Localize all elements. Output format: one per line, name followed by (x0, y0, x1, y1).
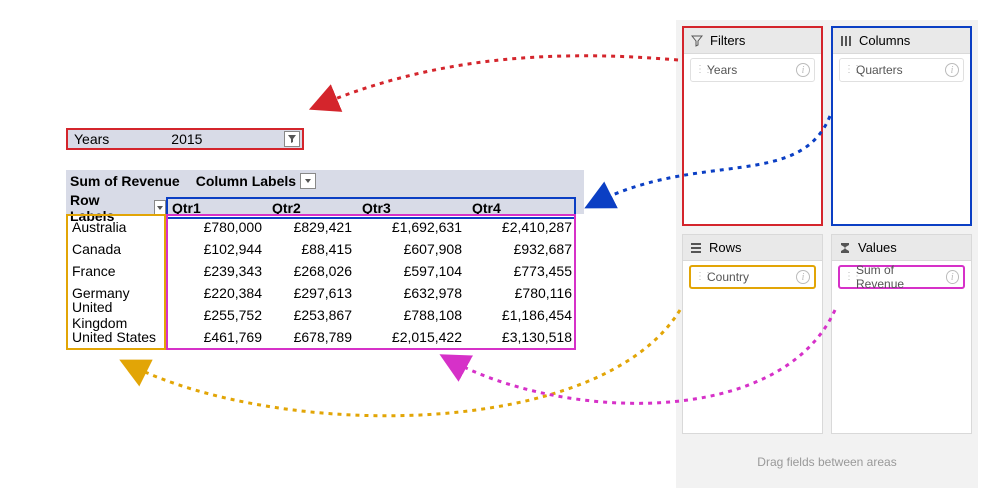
cell: £268,026 (268, 263, 358, 279)
wells-hint: Drag fields between areas (682, 442, 972, 482)
info-icon[interactable]: i (796, 63, 810, 77)
filter-field-label: Years (68, 131, 115, 147)
pivot-table: Sum of Revenue Column Labels Row Labels … (66, 170, 584, 350)
field-pill-label: Country (707, 270, 749, 284)
cell: £88,415 (268, 241, 358, 257)
cell: £632,978 (358, 285, 468, 301)
columns-well-title: Columns (859, 33, 910, 48)
grip-icon: ⋮⋮ (695, 275, 703, 279)
field-pill-label: Quarters (856, 63, 903, 77)
field-pill-quarters[interactable]: ⋮⋮ Quarters i (839, 58, 964, 82)
field-pill-years[interactable]: ⋮⋮ Years i (690, 58, 815, 82)
filters-well[interactable]: Filters ⋮⋮ Years i (682, 26, 823, 226)
grip-icon: ⋮⋮ (695, 68, 703, 72)
info-icon[interactable]: i (945, 63, 959, 77)
rows-well[interactable]: Rows ⋮⋮ Country i (682, 234, 823, 434)
funnel-icon (690, 34, 704, 48)
chevron-down-icon (304, 177, 312, 185)
rows-well-title: Rows (709, 240, 742, 255)
row-label-column: Australia Canada France Germany United K… (66, 214, 166, 350)
pivot-header-row2: Row Labels Qtr1 Qtr2 Qtr3 Qtr4 (66, 192, 584, 214)
values-well-body[interactable]: ⋮⋮ Sum of Revenue i (832, 261, 971, 433)
grip-icon: ⋮⋮ (844, 68, 852, 72)
cell: £253,867 (268, 307, 358, 323)
column-labels-label: Column Labels (196, 173, 296, 189)
info-icon[interactable]: i (796, 270, 810, 284)
cell: £678,789 (268, 329, 358, 345)
pivot-header: Sum of Revenue Column Labels Row Labels … (66, 170, 584, 214)
table-row: £780,000 £829,421 £1,692,631 £2,410,287 (168, 216, 574, 238)
field-wells-panel: Filters ⋮⋮ Years i Columns ⋮⋮ Quarters i (676, 20, 978, 488)
cell: £773,455 (468, 263, 578, 279)
report-filter-bar: Years 2015 (66, 128, 304, 150)
cell: £297,613 (268, 285, 358, 301)
table-row: £239,343 £268,026 £597,104 £773,455 (168, 260, 574, 282)
column-labels-dropdown[interactable] (300, 173, 316, 189)
columns-well-body[interactable]: ⋮⋮ Quarters i (833, 54, 970, 224)
cell: £102,944 (168, 241, 268, 257)
cell: £1,186,454 (468, 307, 578, 323)
rows-well-header: Rows (683, 235, 822, 261)
cell: £255,752 (168, 307, 268, 323)
filters-well-header: Filters (684, 28, 821, 54)
table-row-label: Canada (68, 238, 164, 260)
pivot-body: Australia Canada France Germany United K… (66, 214, 584, 350)
cell: £220,384 (168, 285, 268, 301)
chevron-down-icon (156, 204, 164, 212)
sigma-icon (838, 241, 852, 255)
cell: £1,692,631 (358, 219, 468, 235)
cell: £2,015,422 (358, 329, 468, 345)
cell: £788,108 (358, 307, 468, 323)
table-row: £220,384 £297,613 £632,978 £780,116 (168, 282, 574, 304)
rows-icon (689, 241, 703, 255)
rows-well-body[interactable]: ⋮⋮ Country i (683, 261, 822, 433)
value-area: £780,000 £829,421 £1,692,631 £2,410,287 … (166, 214, 576, 350)
columns-icon (839, 34, 853, 48)
values-well-title: Values (858, 240, 897, 255)
sum-of-revenue-label: Sum of Revenue (66, 173, 180, 189)
table-row-label: United States (68, 326, 164, 348)
cell: £780,000 (168, 219, 268, 235)
info-icon[interactable]: i (946, 270, 959, 284)
cell: £3,130,518 (468, 329, 578, 345)
cell: £2,410,287 (468, 219, 578, 235)
funnel-dropdown-icon (287, 134, 297, 144)
cell: £461,769 (168, 329, 268, 345)
table-row-label: Australia (68, 216, 164, 238)
columns-well-header: Columns (833, 28, 970, 54)
cell: £780,116 (468, 285, 578, 301)
table-row: £461,769 £678,789 £2,015,422 £3,130,518 (168, 326, 574, 348)
pivot-header-row1: Sum of Revenue Column Labels (66, 170, 584, 192)
cell: £239,343 (168, 263, 268, 279)
table-row: £102,944 £88,415 £607,908 £932,687 (168, 238, 574, 260)
column-labels-group: Column Labels (196, 173, 316, 189)
field-pill-sum-revenue[interactable]: ⋮⋮ Sum of Revenue i (838, 265, 965, 289)
field-pill-label: Sum of Revenue (856, 263, 942, 291)
filters-well-body[interactable]: ⋮⋮ Years i (684, 54, 821, 224)
values-well-header: Values (832, 235, 971, 261)
cell: £597,104 (358, 263, 468, 279)
field-pill-country[interactable]: ⋮⋮ Country i (689, 265, 816, 289)
table-row-label: United Kingdom (68, 304, 164, 326)
filter-dropdown-button[interactable] (284, 131, 300, 147)
field-pill-label: Years (707, 63, 737, 77)
filter-field-value: 2015 (171, 131, 202, 147)
filters-well-title: Filters (710, 33, 745, 48)
table-row-label: France (68, 260, 164, 282)
values-well[interactable]: Values ⋮⋮ Sum of Revenue i (831, 234, 972, 434)
cell: £932,687 (468, 241, 578, 257)
cell: £829,421 (268, 219, 358, 235)
cell: £607,908 (358, 241, 468, 257)
table-row: £255,752 £253,867 £788,108 £1,186,454 (168, 304, 574, 326)
grip-icon: ⋮⋮ (844, 275, 852, 279)
columns-well[interactable]: Columns ⋮⋮ Quarters i (831, 26, 972, 226)
